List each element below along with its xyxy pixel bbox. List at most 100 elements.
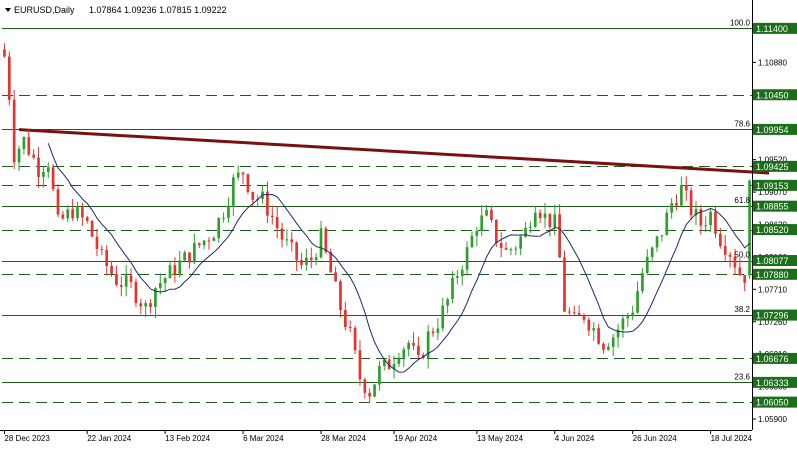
candle-body bbox=[572, 312, 576, 314]
candle-body bbox=[17, 148, 21, 163]
candle-body bbox=[32, 154, 35, 158]
y-tick-label: 1.10880 bbox=[758, 58, 787, 67]
candle-body bbox=[397, 358, 401, 365]
candle bbox=[134, 278, 138, 308]
candle-body bbox=[470, 235, 474, 248]
chart-window[interactable]: 100.078.661.850.038.223.6 1.113301.10880… bbox=[0, 0, 797, 448]
candle-body bbox=[723, 245, 727, 255]
candle-body bbox=[431, 331, 435, 334]
candle-body bbox=[56, 189, 60, 215]
candle-body bbox=[178, 260, 182, 275]
candle-body bbox=[37, 157, 40, 177]
price-label: 1.06676 bbox=[753, 352, 797, 364]
x-tick-label: 13 May 2024 bbox=[477, 434, 524, 443]
candle-body bbox=[728, 254, 732, 257]
candle-body bbox=[519, 236, 523, 249]
symbol-label: EURUSD,Daily bbox=[14, 5, 75, 15]
candle-body bbox=[451, 277, 454, 300]
candle-body bbox=[650, 247, 654, 257]
candle-body bbox=[168, 265, 172, 279]
candle-body bbox=[124, 275, 128, 287]
candle-body bbox=[173, 265, 177, 275]
candle-body bbox=[665, 212, 669, 236]
candle-body bbox=[602, 343, 605, 350]
candle-body bbox=[592, 328, 596, 331]
candle-body bbox=[490, 209, 493, 220]
candle-body bbox=[494, 219, 498, 243]
x-tick-label: 13 Feb 2024 bbox=[165, 434, 210, 443]
price-label-text: 1.11400 bbox=[756, 24, 788, 34]
price-label: 1.06050 bbox=[753, 396, 797, 408]
candle-body bbox=[314, 257, 318, 261]
candle-body bbox=[446, 299, 449, 306]
candle-body bbox=[85, 217, 89, 222]
candle bbox=[748, 179, 751, 279]
candle bbox=[246, 173, 250, 195]
candle-body bbox=[689, 190, 693, 216]
candle-body bbox=[363, 379, 367, 393]
candle-body bbox=[704, 225, 708, 227]
candle-body bbox=[193, 243, 196, 263]
candle-body bbox=[348, 327, 352, 329]
candle-body bbox=[71, 209, 74, 219]
price-label-text: 1.06050 bbox=[756, 398, 789, 408]
fib-level-label: 61.8 bbox=[734, 196, 750, 205]
price-label: 1.08077 bbox=[753, 255, 797, 267]
candle-body bbox=[144, 303, 148, 307]
candle-body bbox=[538, 212, 542, 219]
candle-body bbox=[119, 285, 123, 287]
candle-body bbox=[3, 49, 6, 57]
candle-body bbox=[368, 392, 372, 397]
candle-body bbox=[465, 247, 469, 270]
candle-body bbox=[270, 215, 274, 218]
x-tick-label: 19 Apr 2024 bbox=[394, 434, 438, 443]
candle-body bbox=[475, 231, 479, 236]
candle-body bbox=[163, 278, 167, 284]
price-label: 1.09954 bbox=[753, 123, 797, 135]
candle-body bbox=[529, 226, 532, 228]
candle-body bbox=[81, 207, 84, 218]
candle-body bbox=[548, 213, 552, 228]
candle-body bbox=[319, 228, 323, 258]
candle-body bbox=[606, 346, 610, 350]
candle-body bbox=[670, 203, 673, 213]
candle-body bbox=[285, 239, 289, 241]
candle-body bbox=[188, 252, 191, 263]
price-label-text: 1.09425 bbox=[756, 162, 789, 172]
candle-body bbox=[684, 185, 688, 191]
candle bbox=[353, 325, 357, 355]
candle-body bbox=[12, 99, 16, 163]
candle-body bbox=[129, 275, 133, 283]
price-label: 1.07296 bbox=[753, 309, 797, 321]
candle-body bbox=[738, 267, 742, 275]
x-tick-label: 28 Dec 2023 bbox=[4, 434, 50, 443]
candle-body bbox=[485, 209, 488, 216]
candle-body bbox=[402, 349, 406, 359]
x-tick-label: 4 Jun 2024 bbox=[555, 434, 595, 443]
candle bbox=[563, 250, 566, 313]
candle-body bbox=[378, 365, 381, 385]
candle bbox=[7, 51, 11, 106]
candle-body bbox=[748, 180, 751, 276]
candle-body bbox=[27, 137, 31, 155]
candle-body bbox=[597, 328, 600, 344]
fib-level-label: 78.6 bbox=[734, 119, 750, 128]
candle-body bbox=[51, 167, 55, 190]
candle-body bbox=[246, 174, 250, 192]
candle-body bbox=[353, 327, 357, 351]
candle-body bbox=[412, 342, 415, 346]
candle-body bbox=[504, 247, 508, 250]
candle-body bbox=[280, 228, 284, 240]
candle-body bbox=[621, 318, 625, 330]
price-chart[interactable]: 100.078.661.850.038.223.6 1.113301.10880… bbox=[0, 0, 797, 448]
price-label: 1.09425 bbox=[753, 160, 797, 172]
candle bbox=[689, 187, 693, 220]
candle-body bbox=[42, 172, 45, 177]
price-label: 1.10450 bbox=[753, 89, 797, 101]
candle-body bbox=[611, 337, 615, 347]
candle-body bbox=[231, 177, 235, 206]
candle-body bbox=[558, 214, 561, 258]
candle-body bbox=[300, 260, 303, 265]
candle-body bbox=[514, 248, 518, 250]
candle-body bbox=[309, 257, 313, 261]
